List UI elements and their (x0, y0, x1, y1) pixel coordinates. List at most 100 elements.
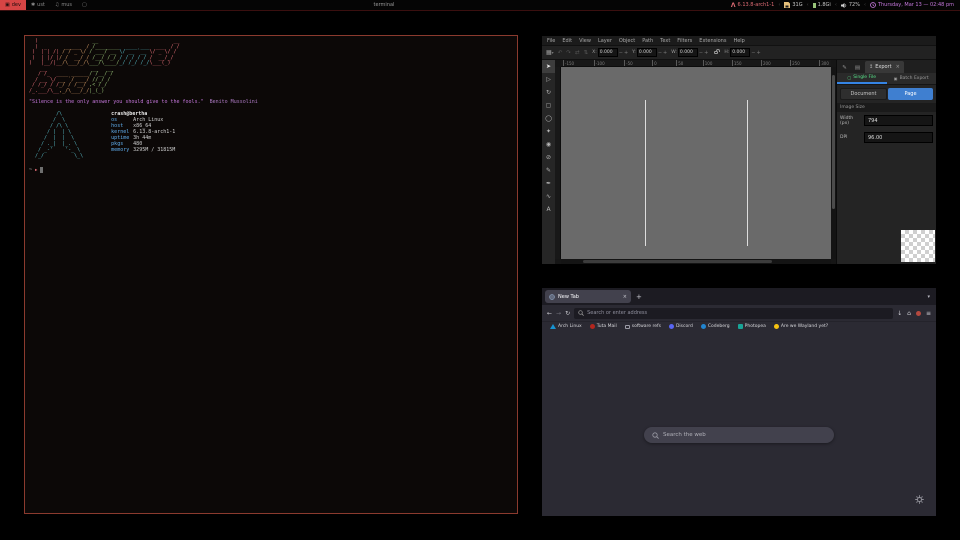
text-tool[interactable]: A (542, 203, 555, 216)
vertical-scrollbar[interactable] (831, 67, 836, 259)
speaker-icon (841, 3, 847, 8)
document-button[interactable]: Document (840, 88, 887, 100)
star-tool[interactable]: ✦ (542, 125, 555, 138)
tag-dev[interactable]: ▣ dev (0, 0, 26, 10)
triangle-bookmark-icon (550, 324, 556, 329)
decrement-button[interactable]: − (699, 50, 703, 56)
decrement-button[interactable]: − (658, 50, 662, 56)
decrement-button[interactable]: − (619, 50, 623, 56)
menu-text[interactable]: Text (660, 38, 670, 44)
bookmark-item[interactable]: Discord (669, 324, 693, 329)
increment-button[interactable]: + (756, 50, 760, 56)
page-button[interactable]: Page (888, 88, 933, 100)
browser-window[interactable]: New Tab × + ▾ ← → ↻ Search or enter addr… (542, 288, 936, 516)
fill-stroke-dialog-icon[interactable]: ✎ (839, 62, 850, 73)
scrollbar-thumb[interactable] (583, 260, 772, 263)
tweak-tool[interactable]: ↻ (542, 86, 555, 99)
menu-path[interactable]: Path (642, 38, 653, 44)
increment-button[interactable]: + (663, 50, 667, 56)
bookmark-item[interactable]: Codeberg (701, 324, 730, 329)
menu-filters[interactable]: Filters (677, 38, 692, 44)
increment-button[interactable]: + (624, 50, 628, 56)
calligraphy-tool[interactable]: ∿ (542, 190, 555, 203)
browser-tab-bar: New Tab × + ▾ (542, 288, 936, 305)
width-input[interactable]: 794 (864, 115, 933, 126)
rotate-ccw-icon[interactable]: ↶ (558, 50, 563, 56)
quote-text: "Silence is the only answer you should g… (29, 99, 204, 105)
increment-button[interactable]: + (704, 50, 708, 56)
menu-file[interactable]: File (547, 38, 555, 44)
menu-layer[interactable]: Layer (598, 38, 612, 44)
export-icon: ↥ (869, 64, 873, 70)
bookmark-item[interactable]: Are we Wayland yet? (774, 324, 828, 329)
vertical-guide[interactable] (645, 100, 646, 246)
menu-view[interactable]: View (579, 38, 591, 44)
new-tab-button[interactable]: + (636, 293, 642, 301)
rotate-cw-icon[interactable]: ↷ (566, 50, 571, 56)
h-value[interactable]: 0.000 (730, 48, 750, 57)
x-value[interactable]: 0.000 (598, 48, 618, 57)
y-value[interactable]: 0.000 (637, 48, 657, 57)
shell-prompt[interactable]: ~ ▶ (29, 167, 513, 173)
pen-tool[interactable]: ✒ (542, 177, 555, 190)
scrollbar-thumb[interactable] (832, 75, 835, 209)
page-settings-gear-icon[interactable] (915, 495, 924, 506)
bookmark-item[interactable]: Tuta Mail (590, 324, 617, 329)
vertical-guide[interactable] (747, 100, 748, 246)
forward-button[interactable]: → (556, 310, 561, 317)
separator: ‹ (835, 2, 837, 8)
decrement-button[interactable]: − (751, 50, 755, 56)
tab-batch-export[interactable]: ▣ Batch Export (887, 73, 937, 84)
downloads-icon[interactable]: ↓ (897, 310, 902, 317)
home-icon[interactable]: ⌂ (907, 310, 911, 317)
selector-tool[interactable]: ➤ (542, 60, 555, 73)
horizontal-ruler[interactable]: -150-100-50050100150200250300 (561, 60, 831, 67)
tag-empty[interactable]: ▢ (77, 0, 92, 10)
flip-vertical-icon[interactable]: ⇅ (584, 50, 589, 56)
height-spinner[interactable]: H: 0.000 − + (724, 48, 760, 57)
terminal-window[interactable]: ) __ __ ) _ _____ / /________ ____ ___ _… (24, 35, 518, 514)
browser-tab-new-tab[interactable]: New Tab × (545, 290, 631, 303)
eraser-tool[interactable]: ⊘ (542, 151, 555, 164)
extension-icon[interactable] (916, 311, 921, 316)
width-spinner[interactable]: W: 0.000 − + (671, 48, 708, 57)
drawing-canvas[interactable] (561, 67, 831, 259)
horizontal-scrollbar[interactable] (561, 259, 831, 264)
lock-aspect-ratio-icon[interactable] (714, 51, 718, 54)
inkscape-window[interactable]: File Edit View Layer Object Path Text Filters Ex… (542, 36, 936, 264)
node-tool[interactable]: ▷ (542, 73, 555, 86)
menu-icon[interactable]: ≡ (926, 310, 931, 317)
menu-edit[interactable]: Edit (562, 38, 572, 44)
back-button[interactable]: ← (547, 310, 552, 317)
export-dialog-tab[interactable]: ↥ Export × (865, 61, 904, 73)
list-tabs-chevron-icon[interactable]: ▾ (927, 294, 933, 300)
close-tab-icon[interactable]: × (623, 294, 627, 300)
x-coordinate-spinner[interactable]: X: 0.000 − + (592, 48, 628, 57)
tag-mus[interactable]: ♫ mus (50, 0, 77, 10)
dpi-input[interactable]: 96.00 (864, 132, 933, 143)
ellipse-tool[interactable]: ◯ (542, 112, 555, 125)
layers-dialog-icon[interactable]: ▤ (852, 62, 863, 73)
pencil-tool[interactable]: ✎ (542, 164, 555, 177)
menu-help[interactable]: Help (733, 38, 744, 44)
flip-horizontal-icon[interactable]: ⇄ (575, 50, 580, 56)
tab-single-file[interactable]: ▢ Single File (837, 73, 887, 84)
rectangle-tool[interactable]: ▢ (542, 99, 555, 112)
menu-object[interactable]: Object (619, 38, 635, 44)
w-value[interactable]: 0.000 (678, 48, 698, 57)
tag-label: dev (12, 2, 21, 8)
reload-button[interactable]: ↻ (565, 310, 570, 317)
bookmark-item[interactable]: Arch Linux (550, 324, 582, 329)
close-icon[interactable]: × (896, 64, 900, 70)
selection-mode-icon[interactable]: ▦▾ (546, 49, 554, 56)
disk-segment: 31G (784, 2, 802, 8)
y-coordinate-spinner[interactable]: Y: 0.000 − + (632, 48, 667, 57)
web-search-input[interactable]: Search the web (644, 427, 834, 443)
bookmark-item[interactable]: Photopea (738, 324, 766, 329)
separator: ‹ (807, 2, 809, 8)
spiral-tool[interactable]: ◉ (542, 138, 555, 151)
url-bar[interactable]: Search or enter address (574, 308, 893, 319)
tag-ust[interactable]: ✱ ust (26, 0, 50, 10)
menu-extensions[interactable]: Extensions (699, 38, 726, 44)
bookmark-item[interactable]: software refs (625, 324, 661, 329)
